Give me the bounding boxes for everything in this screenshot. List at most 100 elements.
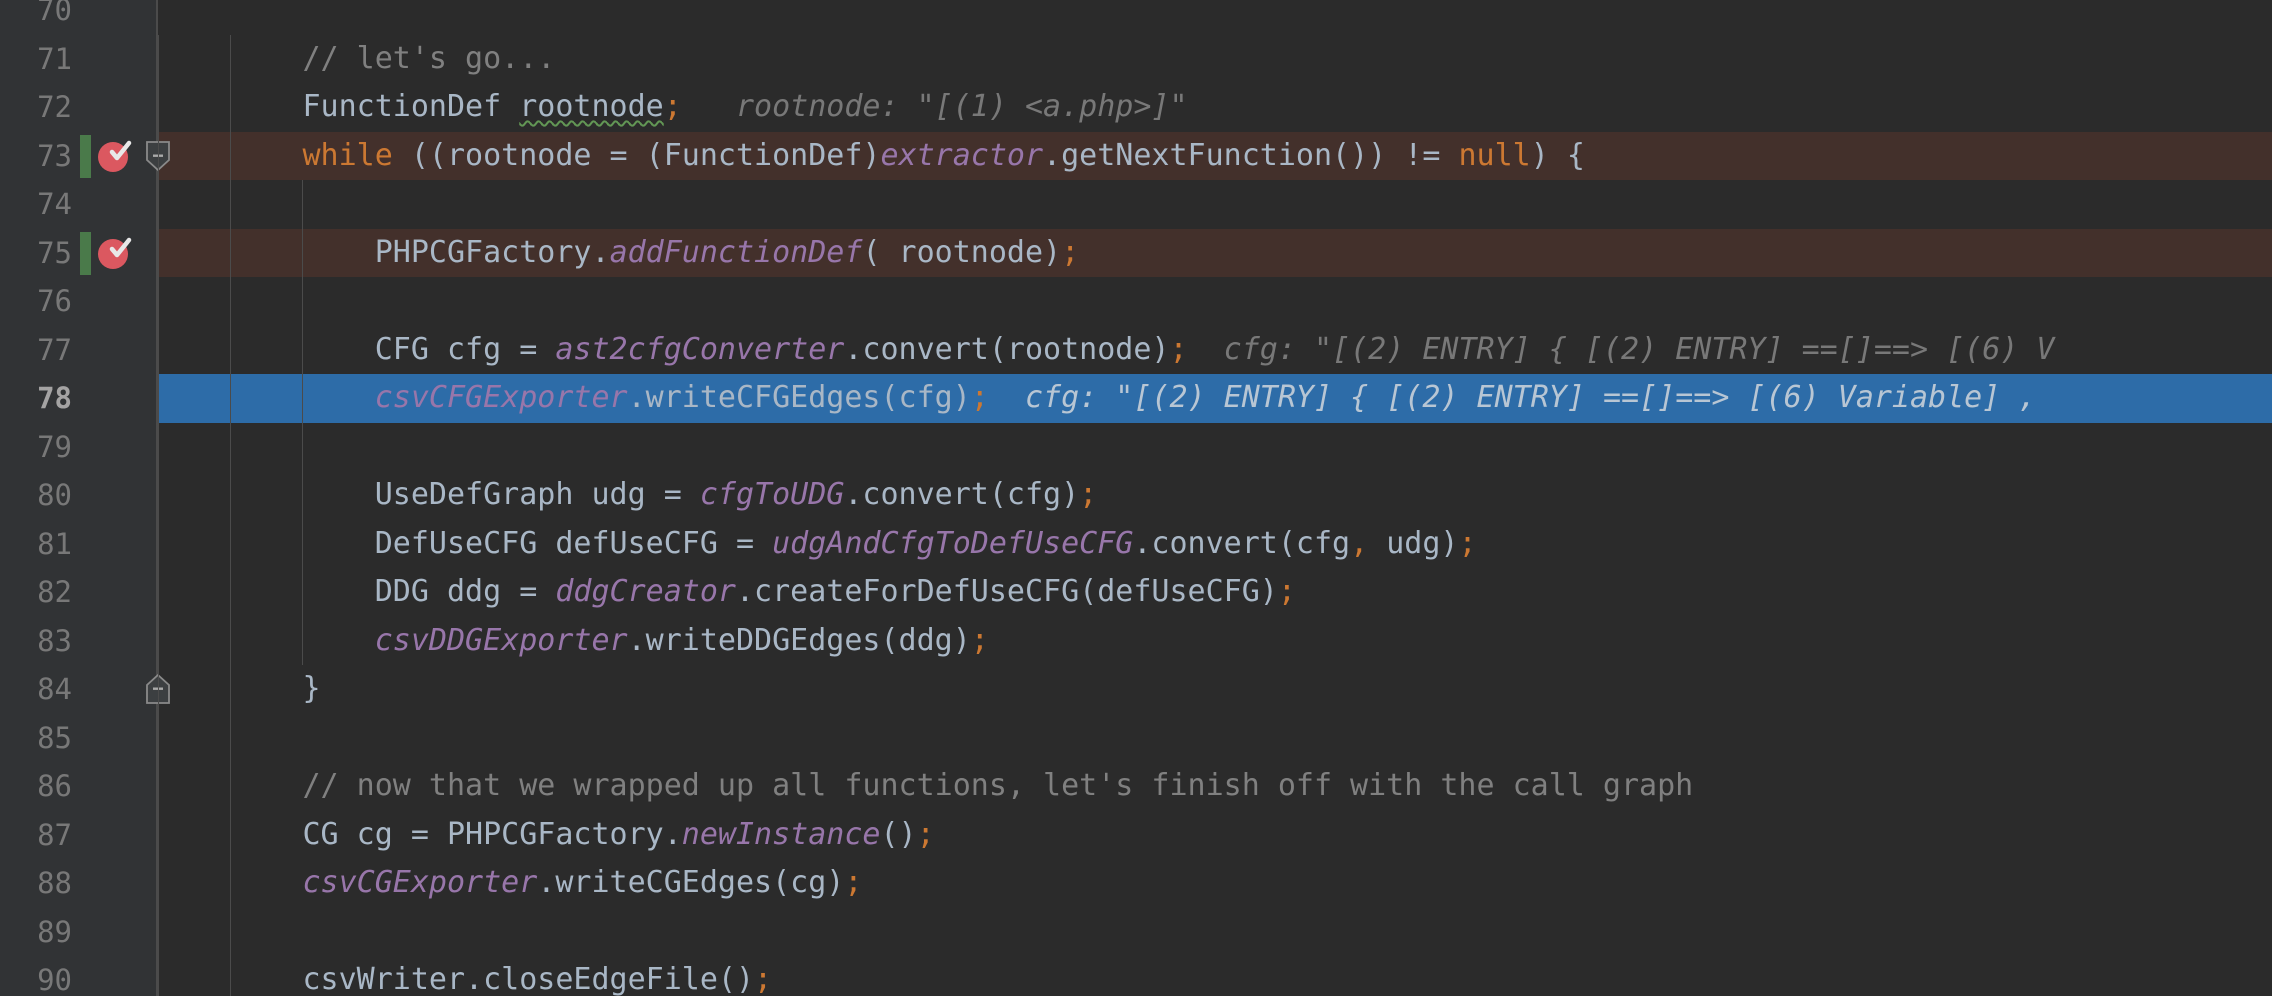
editor-line-79[interactable]: 79 (0, 422, 2272, 471)
gutter[interactable]: 80 (0, 471, 158, 520)
token: UseDefGraph udg = (374, 477, 700, 512)
gutter[interactable]: 89 (0, 907, 158, 956)
code-line-content[interactable]: PHPCGFactory.addFunctionDef( rootnode); (157, 228, 2272, 277)
editor-line-77[interactable]: 77 CFG cfg = ast2cfgConverter.convert(ro… (0, 325, 2272, 374)
gutter[interactable]: 75 (0, 228, 158, 277)
token: FunctionDef (302, 89, 520, 124)
token: ; (916, 816, 935, 852)
code-tokens: CG cg = PHPCGFactory.newInstance(); (158, 817, 935, 852)
gutter[interactable]: 74 (0, 180, 158, 229)
editor-line-87[interactable]: 87 CG cg = PHPCGFactory.newInstance(); (0, 810, 2272, 859)
code-line-content[interactable]: // now that we wrapped up all functions,… (157, 762, 2272, 811)
code-line-content[interactable]: csvCGExporter.writeCGEdges(cg); (157, 859, 2272, 908)
gutter[interactable]: 73 (0, 131, 170, 180)
gutter[interactable]: 72 (0, 83, 158, 132)
token: csvCFGExporter (374, 380, 628, 415)
code-line-content[interactable]: DDG ddg = ddgCreator.createForDefUseCFG(… (157, 568, 2272, 617)
gutter[interactable]: 84 (0, 665, 170, 714)
code-editor[interactable]: 70 71 // let's go... 72 FunctionDef rootno… (0, 0, 2272, 996)
code-tokens: while ((rootnode = (FunctionDef)extracto… (158, 138, 1585, 173)
gutter[interactable]: 78 (0, 374, 158, 423)
editor-line-86[interactable]: 86 // now that we wrapped up all functio… (0, 762, 2272, 811)
code-line-content[interactable]: csvWriter.closeEdgeFile(); (157, 956, 2272, 996)
code-line-content[interactable]: while ((rootnode = (FunctionDef)extracto… (157, 131, 2272, 180)
gutter[interactable]: 82 (0, 568, 158, 617)
token: rootnode (519, 89, 664, 124)
gutter[interactable]: 76 (0, 277, 158, 326)
token: , (1350, 525, 1369, 561)
breakpoint-verified-icon[interactable] (98, 140, 132, 172)
editor-line-74[interactable]: 74 (0, 180, 2272, 229)
editor-line-84[interactable]: 84 } (0, 665, 2272, 714)
token: udgAndCfgToDefUseCFG (772, 525, 1134, 561)
code-line-content[interactable]: csvDDGExporter.writeDDGEdges(ddg); (157, 616, 2272, 665)
indent-guides (157, 713, 2272, 762)
editor-line-88[interactable]: 88 csvCGExporter.writeCGEdges(cg); (0, 859, 2272, 908)
editor-line-90[interactable]: 90 csvWriter.closeEdgeFile(); (0, 956, 2272, 996)
gutter[interactable]: 70 (0, 0, 158, 35)
gutter[interactable]: 79 (0, 422, 158, 471)
editor-line-73[interactable]: 73 while ((rootnode = (FunctionDef)extra… (0, 131, 2272, 180)
code-line-content[interactable]: CG cg = PHPCGFactory.newInstance(); (157, 810, 2272, 859)
gutter[interactable]: 90 (0, 956, 158, 996)
editor-line-78[interactable]: 78 csvCFGExporter.writeCFGEdges(cfg); cf… (0, 374, 2272, 423)
token: DDG ddg = (374, 574, 556, 609)
editor-line-82[interactable]: 82 DDG ddg = ddgCreator.createForDefUseC… (0, 568, 2272, 617)
token: .getNextFunction()) != (1043, 137, 1459, 173)
code-line-content[interactable] (157, 180, 2272, 229)
line-number: 81 (37, 526, 72, 561)
editor-line-70[interactable]: 70 (0, 0, 2272, 35)
editor-line-72[interactable]: 72 FunctionDef rootnode; rootnode: "[(1)… (0, 83, 2272, 132)
editor-line-89[interactable]: 89 (0, 907, 2272, 956)
code-line-content[interactable] (157, 713, 2272, 762)
code-line-content[interactable]: CFG cfg = ast2cfgConverter.convert(rootn… (157, 325, 2272, 374)
code-tokens: DefUseCFG defUseCFG = udgAndCfgToDefUseC… (158, 526, 1477, 561)
token: csvDDGExporter (374, 622, 628, 658)
vcs-change-marker[interactable] (80, 231, 91, 275)
gutter[interactable]: 86 (0, 762, 158, 811)
editor-line-80[interactable]: 80 UseDefGraph udg = cfgToUDG.convert(cf… (0, 471, 2272, 520)
code-line-content[interactable]: } (157, 665, 2272, 714)
editor-line-83[interactable]: 83 csvDDGExporter.writeDDGEdges(ddg); (0, 616, 2272, 665)
gutter[interactable]: 83 (0, 616, 158, 665)
line-number: 71 (37, 41, 72, 76)
token: ; (1458, 525, 1477, 561)
editor-line-75[interactable]: 75 PHPCGFactory.addFunctionDef( rootnode… (0, 228, 2272, 277)
code-line-content[interactable]: FunctionDef rootnode; rootnode: "[(1) <a… (157, 83, 2272, 132)
token: extractor (880, 137, 1044, 173)
code-tokens: UseDefGraph udg = cfgToUDG.convert(cfg); (158, 477, 1097, 512)
code-line-content[interactable] (157, 277, 2272, 326)
code-line-content[interactable] (157, 907, 2272, 956)
code-line-content[interactable]: // let's go... (157, 34, 2272, 83)
token: } (158, 671, 321, 706)
gutter[interactable]: 88 (0, 859, 158, 908)
gutter[interactable]: 87 (0, 810, 158, 859)
line-number: 79 (37, 429, 72, 464)
code-line-content[interactable]: UseDefGraph udg = cfgToUDG.convert(cfg); (157, 471, 2272, 520)
gutter[interactable]: 85 (0, 713, 158, 762)
gutter[interactable]: 81 (0, 519, 158, 568)
line-number: 90 (37, 963, 72, 996)
line-number: 86 (37, 769, 72, 803)
line-number: 76 (37, 284, 72, 318)
token: addFunctionDef (609, 234, 863, 270)
code-line-content[interactable] (157, 422, 2272, 471)
vcs-change-marker[interactable] (80, 134, 91, 178)
editor-line-71[interactable]: 71 // let's go... (0, 34, 2272, 83)
code-line-content[interactable]: csvCFGExporter.writeCFGEdges(cfg); cfg: … (157, 374, 2272, 423)
token: null (1458, 137, 1531, 173)
breakpoint-verified-icon[interactable] (98, 237, 132, 269)
indent-guides (157, 665, 2272, 714)
indent-guides (157, 907, 2272, 956)
editor-line-85[interactable]: 85 (0, 713, 2272, 762)
code-line-content[interactable] (157, 0, 2272, 35)
editor-line-81[interactable]: 81 DefUseCFG defUseCFG = udgAndCfgToDefU… (0, 519, 2272, 568)
gutter[interactable]: 71 (0, 34, 158, 83)
line-number: 87 (37, 817, 72, 852)
editor-line-76[interactable]: 76 (0, 277, 2272, 326)
code-line-content[interactable]: DefUseCFG defUseCFG = udgAndCfgToDefUseC… (157, 519, 2272, 568)
token: cfg: "[(2) ENTRY] { [(2) ENTRY] ==[]==> … (988, 380, 2055, 415)
gutter[interactable]: 77 (0, 325, 158, 374)
